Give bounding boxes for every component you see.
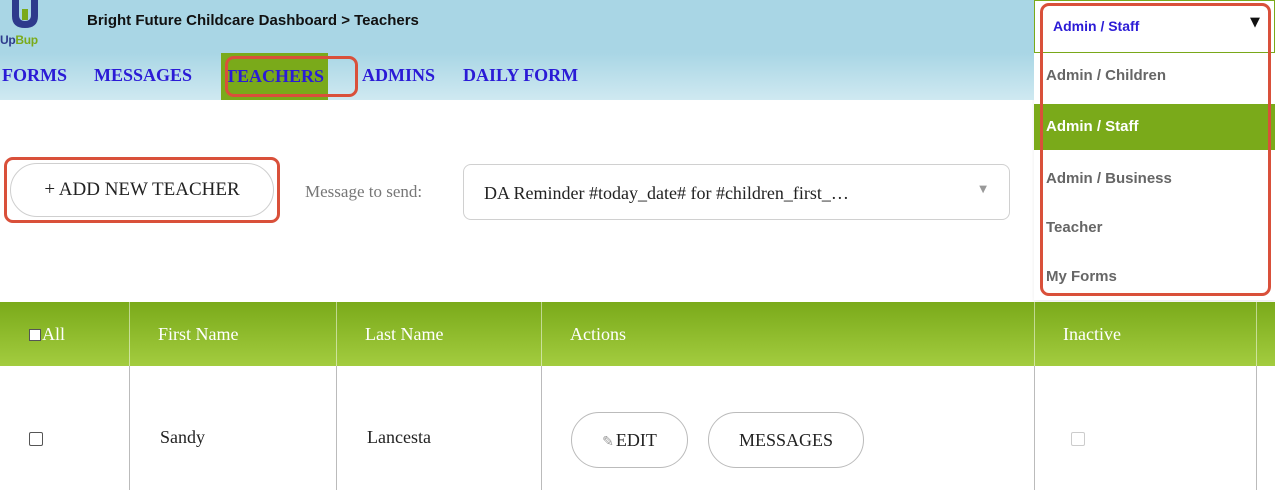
table-row: Sandy Lancesta ✎ EDIT MESSAGES — [0, 366, 1275, 490]
role-option-teacher[interactable]: Teacher — [1034, 205, 1275, 251]
row-select-cell — [0, 366, 130, 490]
role-menu: Admin / Children Admin / Staff Admin / B… — [1034, 53, 1275, 300]
chevron-down-icon: ▼ — [979, 184, 987, 195]
inactive-checkbox[interactable] — [1071, 432, 1085, 446]
add-new-teacher-button[interactable]: + ADD NEW TEACHER — [10, 163, 274, 217]
logo-text: UpBup — [0, 33, 38, 47]
role-option-admin-children[interactable]: Admin / Children — [1034, 53, 1275, 99]
role-select[interactable]: Admin / Staff ▼ — [1034, 0, 1275, 53]
nav-item-messages[interactable]: MESSAGES — [94, 65, 192, 86]
column-header-actions: Actions — [542, 302, 1035, 366]
message-select-value: DA Reminder #today_date# for #children_f… — [484, 183, 849, 203]
edit-button[interactable]: ✎ EDIT — [571, 412, 688, 468]
messages-button[interactable]: MESSAGES — [708, 412, 864, 468]
message-to-send-label: Message to send: — [305, 182, 423, 201]
logo-icon — [12, 0, 38, 28]
column-header-all: All — [0, 302, 130, 366]
nav-item-daily-form[interactable]: DAILY FORM — [463, 65, 578, 86]
last-name: Lancesta — [367, 427, 431, 447]
first-name-cell: Sandy — [130, 366, 337, 490]
pencil-icon: ✎ — [602, 434, 614, 450]
select-all-checkbox[interactable] — [29, 329, 41, 341]
role-option-my-forms[interactable]: My Forms — [1034, 254, 1275, 300]
nav-item-teachers[interactable]: TEACHERS — [221, 53, 329, 100]
row-select-checkbox[interactable] — [29, 432, 43, 446]
table-header: All First Name Last Name Actions Inactiv… — [0, 302, 1275, 366]
main-nav: FORMS MESSAGES TEACHERS ADMINS DAILY FOR… — [0, 53, 1034, 100]
message-select[interactable]: DA Reminder #today_date# for #children_f… — [463, 164, 1010, 220]
inactive-cell — [1035, 366, 1257, 490]
role-option-admin-staff[interactable]: Admin / Staff — [1034, 104, 1275, 150]
upbup-logo[interactable]: UpBup — [0, 0, 58, 53]
role-option-admin-business[interactable]: Admin / Business — [1034, 156, 1275, 202]
actions-cell: ✎ EDIT MESSAGES — [542, 366, 1035, 490]
column-header-first-name: First Name — [130, 302, 337, 366]
column-header-last-name: Last Name — [337, 302, 542, 366]
last-name-cell: Lancesta — [337, 366, 542, 490]
chevron-down-icon: ▼ — [1250, 15, 1260, 30]
first-name: Sandy — [160, 427, 205, 447]
nav-item-forms[interactable]: FORMS — [2, 65, 67, 86]
page-title: Bright Future Childcare Dashboard > Teac… — [87, 12, 419, 29]
role-select-value: Admin / Staff — [1053, 18, 1140, 34]
column-header-inactive: Inactive — [1035, 302, 1257, 366]
nav-item-admins[interactable]: ADMINS — [362, 65, 435, 86]
